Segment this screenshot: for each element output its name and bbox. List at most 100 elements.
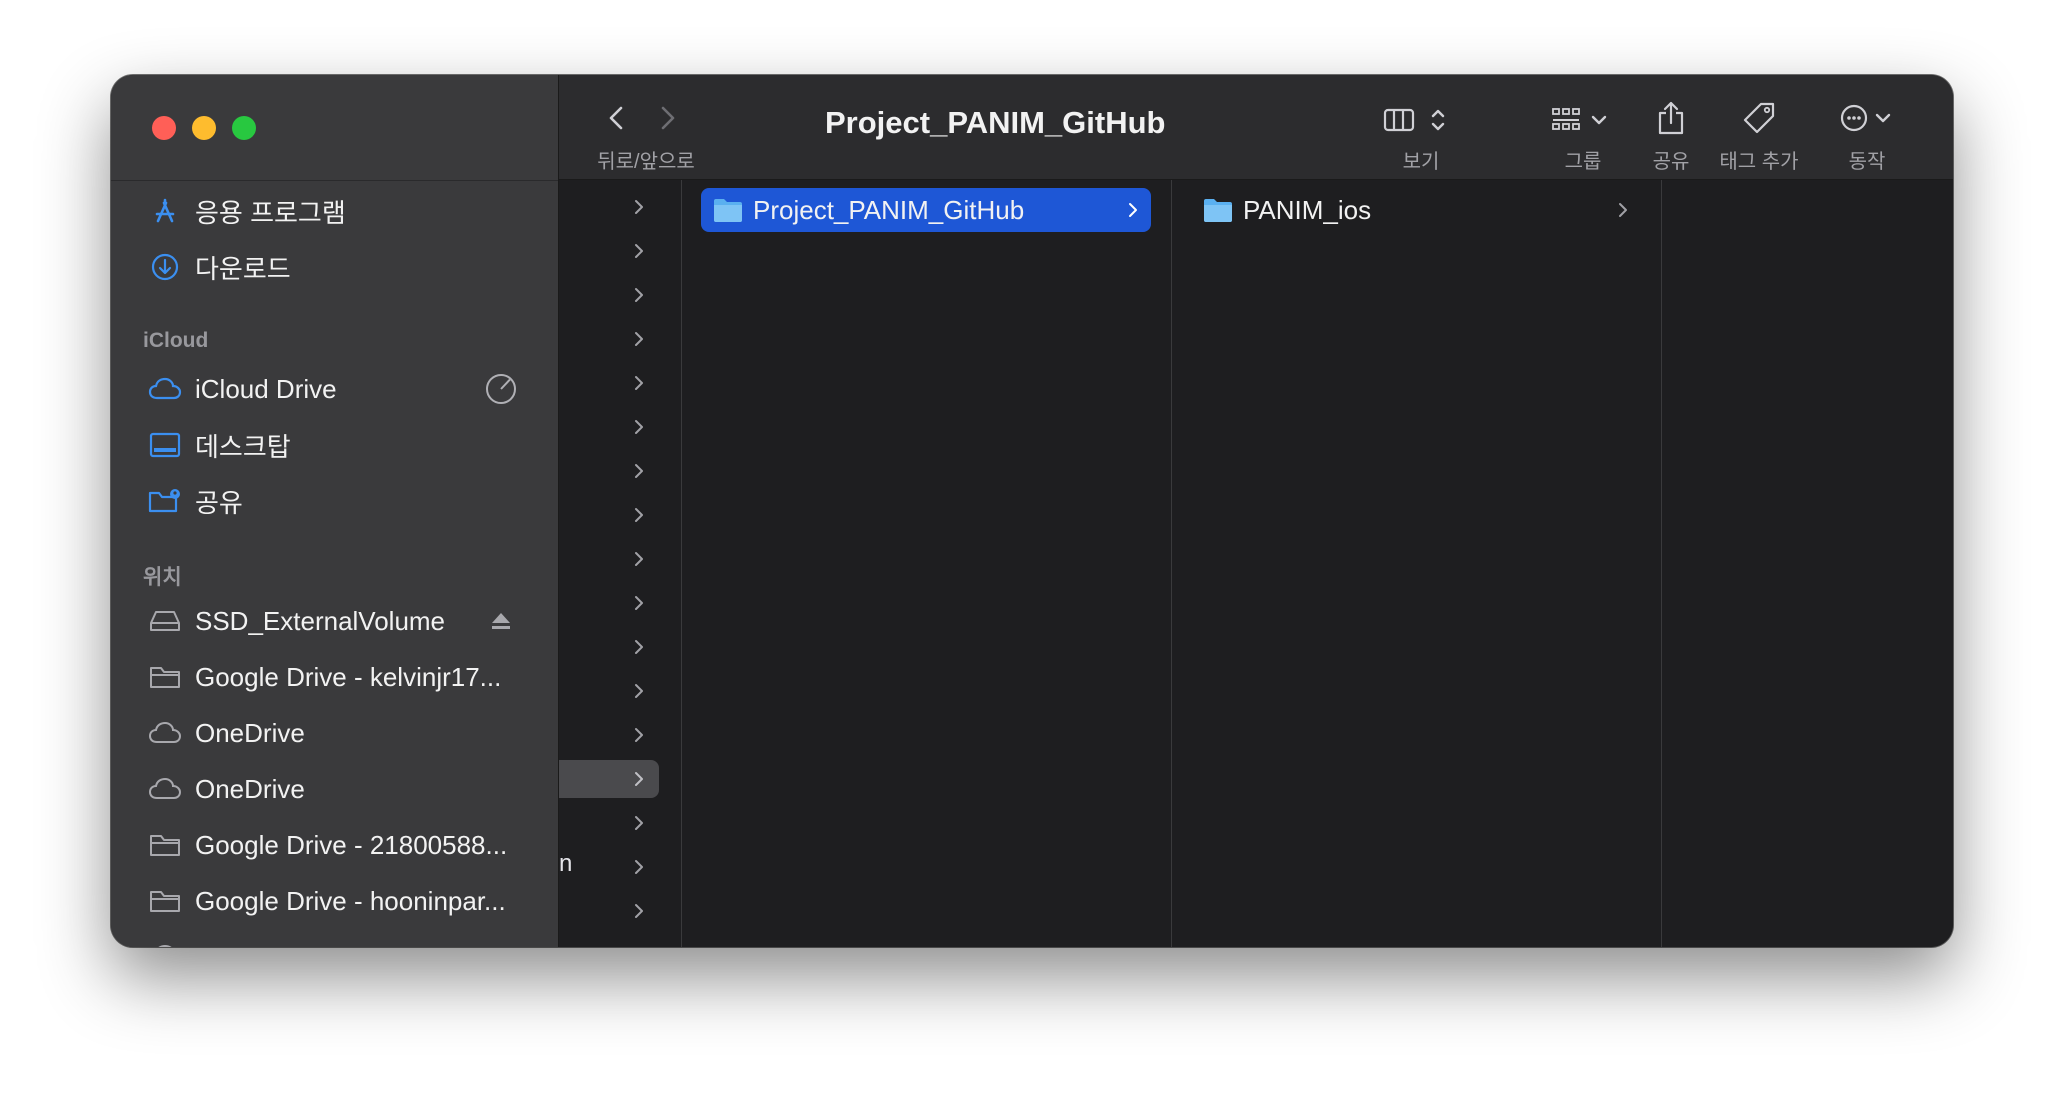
minimize-button[interactable] [192, 116, 216, 140]
chevron-left-icon [609, 106, 623, 130]
cloud-icon [147, 715, 183, 751]
column-row[interactable] [559, 672, 659, 710]
chevron-right-icon [635, 904, 643, 918]
group-icon [1552, 108, 1607, 130]
downloads-icon [147, 249, 183, 285]
folder-row-panim-ios[interactable]: PANIM_ios [1191, 188, 1641, 232]
column-row[interactable] [559, 232, 659, 270]
chevron-right-icon [635, 200, 643, 214]
share-icon [1658, 101, 1684, 135]
browser-column-1: n [559, 180, 682, 947]
chevron-right-icon [635, 860, 643, 874]
chevron-right-icon [635, 508, 643, 522]
column-row[interactable] [559, 408, 659, 446]
column-row[interactable] [559, 364, 659, 402]
column-row[interactable] [559, 496, 659, 534]
tag-icon [1743, 102, 1775, 134]
sidebar-item-icloud-drive[interactable]: iCloud Drive [135, 365, 543, 413]
folder-name: PANIM_ios [1243, 194, 1372, 225]
column-row[interactable] [559, 804, 659, 842]
sidebar-item-label: iCloud Drive [195, 373, 337, 404]
folder-icon [147, 659, 183, 695]
forward-button[interactable] [653, 101, 683, 135]
folder-icon [1204, 199, 1232, 222]
chevron-right-icon [635, 816, 643, 830]
sidebar-item-google-drive-kelvin[interactable]: Google Drive - kelvinjr17... [135, 653, 543, 701]
tag-button[interactable] [1739, 99, 1779, 137]
columns-view-icon [1383, 108, 1445, 132]
view-button[interactable] [1383, 103, 1459, 137]
maximize-button[interactable] [232, 116, 256, 140]
back-button[interactable] [601, 101, 631, 135]
browser-column-3: PANIM_ios [1172, 180, 1662, 947]
action-button[interactable] [1839, 101, 1903, 135]
sidebar-item-ssd[interactable]: SSD_ExternalVolume [135, 597, 543, 645]
sidebar-item-label: OneDrive [195, 717, 305, 748]
chevron-right-icon [635, 552, 643, 566]
folder-name: Project_PANIM_GitHub [753, 194, 1025, 225]
sidebar-item-desktop[interactable]: 데스크탑 [135, 421, 543, 469]
sidebar-item-downloads[interactable]: 다운로드 [135, 243, 543, 291]
column-row[interactable] [559, 452, 659, 490]
folder-icon [714, 199, 742, 222]
column-browser: n Project_PANIM_GitHub PANIM_ios [559, 180, 1953, 947]
sidebar-item-google-drive-2180[interactable]: Google Drive - 21800588... [135, 821, 543, 869]
more-icon [1840, 104, 1891, 132]
share-label: 공유 [1652, 151, 1690, 173]
chevron-right-icon [635, 728, 643, 742]
sidebar-divider [111, 180, 558, 181]
column-row[interactable] [559, 540, 659, 578]
chevron-right-icon [635, 244, 643, 258]
chevron-right-icon [661, 106, 675, 130]
close-button[interactable] [152, 116, 176, 140]
column-row[interactable] [559, 276, 659, 314]
sidebar-item-label: Google Drive - hooninpar... [195, 885, 506, 916]
shared-folder-icon [147, 483, 183, 519]
column-row[interactable] [559, 320, 659, 358]
network-icon [147, 939, 183, 947]
sidebar-item-label: OneDrive [195, 773, 305, 804]
eject-icon[interactable] [485, 605, 517, 637]
chevron-right-icon [635, 288, 643, 302]
sidebar-item-google-drive-hoonin[interactable]: Google Drive - hooninpar... [135, 877, 543, 925]
sidebar-item-label: SSD_ExternalVolume [195, 605, 446, 636]
folder-icon [147, 883, 183, 919]
finder-window: 응용 프로그램 다운로드 iCloud iCloud Drive 데스크탑 공유… [111, 75, 1953, 947]
column-row[interactable] [559, 848, 659, 886]
folder-row-project-panim-github[interactable]: Project_PANIM_GitHub [701, 188, 1151, 232]
column-row[interactable] [559, 628, 659, 666]
column-row[interactable] [559, 716, 659, 754]
action-label: 동작 [1848, 151, 1886, 173]
tag-label: 태그 추가 [1719, 151, 1799, 173]
chevron-right-icon [635, 464, 643, 478]
column-row-selected[interactable] [559, 760, 659, 798]
group-button[interactable] [1551, 103, 1615, 137]
drive-icon [147, 603, 183, 639]
desktop-icon [147, 427, 183, 463]
sidebar-item-shared[interactable]: 공유 [135, 477, 543, 525]
sidebar-item-onedrive-1[interactable]: OneDrive [135, 709, 543, 757]
cloud-icon [147, 771, 183, 807]
sidebar-section-icloud: iCloud [143, 329, 209, 352]
sidebar-item-label: 응용 프로그램 [195, 197, 346, 228]
chevron-right-icon [635, 772, 643, 786]
sidebar-item-label: Google Drive - 21800588... [195, 829, 508, 860]
chevron-right-icon [1129, 203, 1137, 217]
share-button[interactable] [1651, 99, 1691, 137]
chevron-right-icon [635, 596, 643, 610]
sidebar-item-onedrive-2[interactable]: OneDrive [135, 765, 543, 813]
sidebar-item-label: 다운로드 [195, 253, 291, 284]
column-row[interactable] [559, 584, 659, 622]
sidebar-item-label: 데스크탑 [195, 431, 291, 462]
column-row[interactable] [559, 188, 659, 226]
sidebar-item-label: 공유 [195, 487, 243, 518]
column-row[interactable] [559, 892, 659, 930]
sidebar-item-cutoff[interactable] [135, 933, 543, 947]
sidebar-section-locations: 위치 [143, 566, 182, 589]
sidebar: 응용 프로그램 다운로드 iCloud iCloud Drive 데스크탑 공유… [111, 75, 559, 947]
truncated-item-text: n [559, 850, 573, 877]
sidebar-item-applications[interactable]: 응용 프로그램 [135, 187, 543, 235]
chevron-right-icon [635, 684, 643, 698]
chevron-right-icon [635, 332, 643, 346]
nav-label: 뒤로/앞으로 [597, 151, 695, 173]
